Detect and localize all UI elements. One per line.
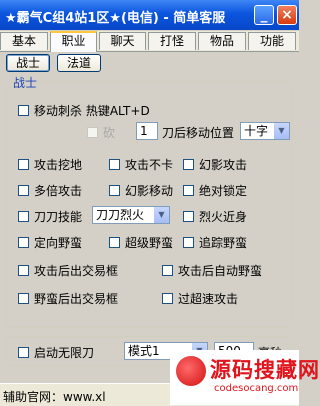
phantom-move-checkbox[interactable]: 幻影移动 <box>109 182 173 199</box>
over-speed-attack-label: 过超速攻击 <box>178 292 239 306</box>
watermark-cn-text: 源码搜藏网 <box>210 358 320 382</box>
close-icon: × <box>281 7 293 23</box>
checkbox-box <box>18 185 29 196</box>
checkbox-box <box>109 185 120 196</box>
knife-skill-checkbox[interactable]: 刀刀技能 <box>18 208 82 225</box>
tab-chat[interactable]: 聊天 <box>99 32 146 50</box>
move-assassinate-checkbox[interactable]: 移动刺杀 热键ALT+D <box>18 102 150 119</box>
close-button[interactable]: × <box>277 5 297 25</box>
phantom-attack-label: 幻影攻击 <box>199 158 248 172</box>
unlimited-knife-checkbox[interactable]: 启动无限刀 <box>18 344 94 361</box>
move-assassinate-label: 移动刺杀 热键ALT+D <box>34 104 150 118</box>
attack-dig-label: 攻击挖地 <box>34 158 83 172</box>
minimize-icon: _ <box>260 7 268 23</box>
kan-label: 砍 <box>103 126 116 140</box>
watermark: 源码搜藏网 codesocang.com <box>170 350 319 405</box>
position-select-value: 十字 <box>244 124 269 138</box>
checkbox-box <box>18 293 29 304</box>
main-tabs: 基本 职业 聊天 打怪 物品 功能 <box>0 31 299 52</box>
checkbox-box <box>109 159 120 170</box>
checkbox-box <box>18 159 29 170</box>
checkbox-box <box>183 237 194 248</box>
unlimited-knife-label: 启动无限刀 <box>34 346 95 360</box>
tracking-savage-checkbox[interactable]: 追踪野蛮 <box>183 234 247 251</box>
attack-dig-checkbox[interactable]: 攻击挖地 <box>18 156 82 173</box>
tab-functions[interactable]: 功能 <box>248 32 296 50</box>
trade-after-attack-label: 攻击后出交易框 <box>34 264 119 278</box>
trade-after-savage-checkbox[interactable]: 野蛮后出交易框 <box>18 290 118 307</box>
absolute-lock-label: 绝对锁定 <box>199 184 248 198</box>
attack-no-lag-checkbox[interactable]: 攻击不卡 <box>109 156 173 173</box>
tracking-savage-label: 追踪野蛮 <box>199 236 248 250</box>
warrior-subtab-button[interactable]: 战士 <box>6 54 50 72</box>
chevron-down-icon[interactable]: ▼ <box>154 207 169 223</box>
directional-savage-label: 定向野蛮 <box>34 236 83 250</box>
watermark-en-text: codesocang.com <box>214 383 299 394</box>
fire-close-checkbox[interactable]: 烈火近身 <box>183 208 247 225</box>
fire-close-label: 烈火近身 <box>199 210 248 224</box>
super-savage-label: 超级野蛮 <box>125 236 174 250</box>
checkbox-box <box>18 211 29 222</box>
mode-select-value: 模式1 <box>128 344 160 358</box>
checkbox-box <box>162 293 173 304</box>
knife-skill-select[interactable]: 刀刀烈火 ▼ <box>92 206 170 224</box>
checkbox-box <box>183 159 194 170</box>
directional-savage-checkbox[interactable]: 定向野蛮 <box>18 234 82 251</box>
phantom-move-label: 幻影移动 <box>125 184 174 198</box>
checkbox-box <box>18 237 29 248</box>
chevron-down-icon[interactable]: ▼ <box>274 123 289 139</box>
super-savage-checkbox[interactable]: 超级野蛮 <box>109 234 173 251</box>
warrior-group-label: 战士 <box>10 74 41 91</box>
position-select[interactable]: 十字 ▼ <box>240 122 290 140</box>
auto-savage-label: 攻击后自动野蛮 <box>178 264 263 278</box>
checkbox-box <box>18 105 29 116</box>
tab-basic[interactable]: 基本 <box>0 32 48 50</box>
tab-profession[interactable]: 职业 <box>50 31 97 52</box>
multi-attack-checkbox[interactable]: 多倍攻击 <box>18 182 82 199</box>
checkbox-box <box>18 347 29 358</box>
knife-skill-select-value: 刀刀烈火 <box>96 208 145 222</box>
kan-count-input[interactable]: 1 <box>136 122 158 140</box>
kan-checkbox[interactable]: 砍 <box>87 124 115 141</box>
absolute-lock-checkbox[interactable]: 绝对锁定 <box>183 182 247 199</box>
multi-attack-label: 多倍攻击 <box>34 184 83 198</box>
trade-after-attack-checkbox[interactable]: 攻击后出交易框 <box>18 262 118 279</box>
auto-savage-checkbox[interactable]: 攻击后自动野蛮 <box>162 262 262 279</box>
tab-items[interactable]: 物品 <box>198 32 246 50</box>
phantom-attack-checkbox[interactable]: 幻影攻击 <box>183 156 247 173</box>
checkbox-box <box>162 265 173 276</box>
checkbox-box <box>109 237 120 248</box>
mage-taoist-subtab-button[interactable]: 法道 <box>57 54 101 72</box>
window-title: ★霸气C组4站1区★(电信) - 简单客服 <box>5 11 226 26</box>
checkbox-box <box>183 211 194 222</box>
minimize-button[interactable]: _ <box>254 5 274 25</box>
over-speed-attack-checkbox[interactable]: 过超速攻击 <box>162 290 238 307</box>
after-knife-label: 刀后移动位置 <box>162 126 235 140</box>
knife-skill-label: 刀刀技能 <box>34 210 83 224</box>
title-bar: ★霸气C组4站1区★(电信) - 简单客服 _ × <box>0 0 299 30</box>
attack-no-lag-label: 攻击不卡 <box>125 158 174 172</box>
checkbox-box <box>183 185 194 196</box>
official-site-text: 辅助官网：www.xl <box>3 390 106 404</box>
trade-after-savage-label: 野蛮后出交易框 <box>34 292 119 306</box>
watermark-logo-icon <box>176 356 206 386</box>
checkbox-box <box>87 127 98 138</box>
checkbox-box <box>18 265 29 276</box>
tab-fight[interactable]: 打怪 <box>148 32 196 50</box>
